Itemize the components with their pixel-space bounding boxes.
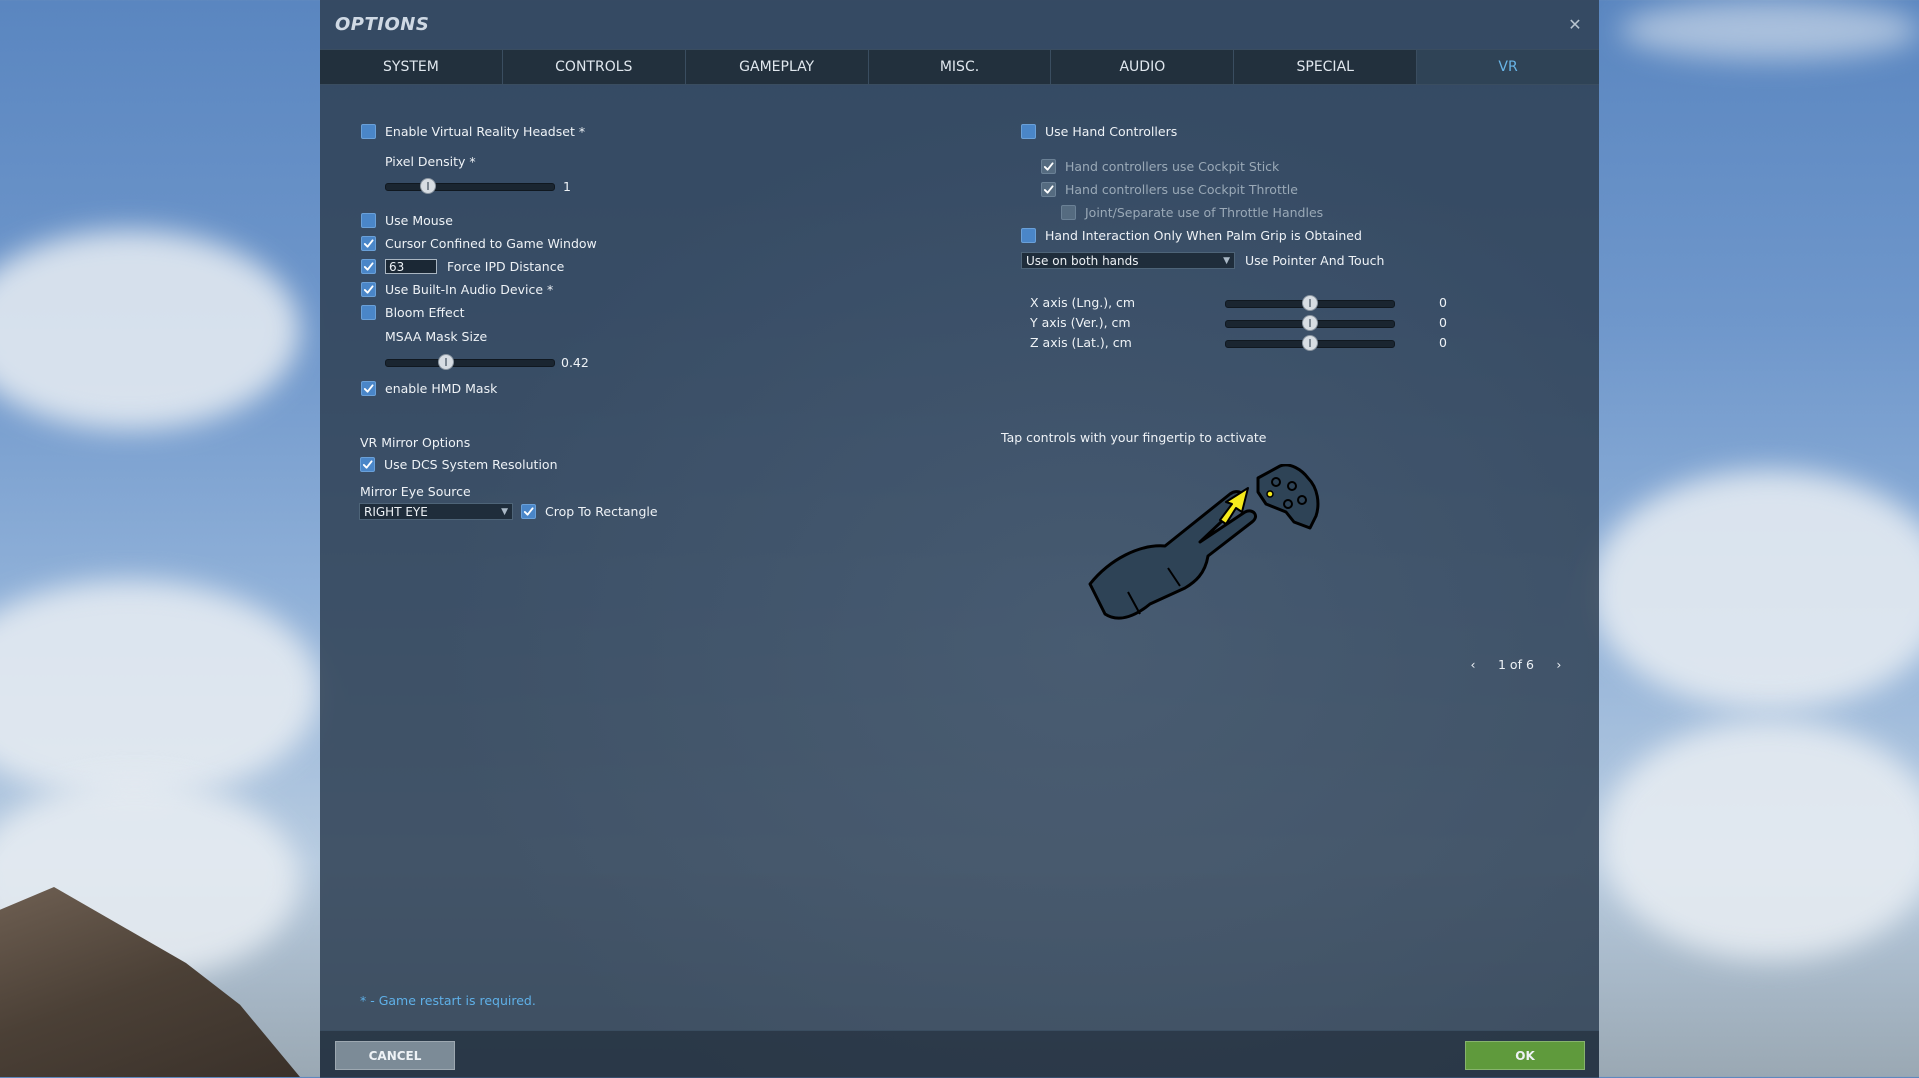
hmd-mask-row[interactable]: enable HMD Mask bbox=[361, 381, 497, 396]
palm-grip-label: Hand Interaction Only When Palm Grip is … bbox=[1045, 228, 1362, 243]
dcs-resolution-label: Use DCS System Resolution bbox=[384, 457, 558, 472]
enable-vr-checkbox[interactable] bbox=[361, 124, 376, 139]
ok-button[interactable]: OK bbox=[1465, 1041, 1585, 1070]
hand-touch-illustration bbox=[1088, 464, 1320, 620]
cockpit-throttle-label: Hand controllers use Cockpit Throttle bbox=[1065, 182, 1298, 197]
force-ipd-label: Force IPD Distance bbox=[447, 259, 565, 274]
tap-hint-text: Tap controls with your fingertip to acti… bbox=[1001, 430, 1267, 445]
use-mouse-checkbox[interactable] bbox=[361, 213, 376, 228]
crop-rect-checkbox[interactable] bbox=[521, 504, 536, 519]
msaa-mask-slider[interactable] bbox=[385, 354, 555, 370]
cockpit-stick-row[interactable]: Hand controllers use Cockpit Stick bbox=[1041, 159, 1279, 174]
palm-grip-row[interactable]: Hand Interaction Only When Palm Grip is … bbox=[1021, 228, 1362, 243]
ipd-distance-input[interactable] bbox=[385, 259, 437, 274]
bloom-checkbox[interactable] bbox=[361, 305, 376, 320]
cursor-confined-label: Cursor Confined to Game Window bbox=[385, 236, 597, 251]
use-mouse-row[interactable]: Use Mouse bbox=[361, 213, 453, 228]
axis-x-slider[interactable] bbox=[1225, 295, 1395, 311]
hand-controllers-row[interactable]: Use Hand Controllers bbox=[1021, 124, 1177, 139]
cancel-button[interactable]: CANCEL bbox=[335, 1041, 455, 1070]
tab-special[interactable]: SPECIAL bbox=[1234, 50, 1418, 84]
enable-vr-row[interactable]: Enable Virtual Reality Headset * bbox=[361, 124, 585, 139]
cockpit-stick-label: Hand controllers use Cockpit Stick bbox=[1065, 159, 1280, 174]
bloom-label: Bloom Effect bbox=[385, 305, 465, 320]
mirror-eye-label: Mirror Eye Source bbox=[360, 484, 471, 499]
builtin-audio-label: Use Built-In Audio Device * bbox=[385, 282, 554, 297]
pixel-density-slider[interactable] bbox=[385, 178, 555, 194]
axis-y-thumb[interactable] bbox=[1302, 315, 1318, 331]
vr-settings-panel: Enable Virtual Reality Headset * Pixel D… bbox=[320, 84, 1599, 1024]
chevron-right-icon[interactable]: › bbox=[1548, 653, 1570, 675]
controller-device-icon bbox=[1256, 464, 1320, 530]
cockpit-stick-checkbox[interactable] bbox=[1041, 159, 1056, 174]
options-dialog: OPTIONS ✕ SYSTEM CONTROLS GAMEPLAY MISC.… bbox=[320, 0, 1600, 1078]
pager-count: 1 of 6 bbox=[1498, 656, 1534, 672]
joint-throttle-row[interactable]: Joint/Separate use of Throttle Handles bbox=[1061, 205, 1323, 220]
tab-audio[interactable]: AUDIO bbox=[1051, 50, 1235, 84]
force-ipd-checkbox[interactable] bbox=[361, 259, 376, 274]
cursor-confined-row[interactable]: Cursor Confined to Game Window bbox=[361, 236, 597, 251]
dcs-resolution-checkbox[interactable] bbox=[360, 457, 375, 472]
pixel-density-label: Pixel Density * bbox=[385, 154, 476, 169]
axis-x-value: 0 bbox=[1439, 295, 1447, 310]
hand-controllers-label: Use Hand Controllers bbox=[1045, 124, 1178, 139]
axis-y-slider[interactable] bbox=[1225, 315, 1395, 331]
tab-misc[interactable]: MISC. bbox=[869, 50, 1052, 84]
axis-y-label: Y axis (Ver.), cm bbox=[1030, 315, 1131, 330]
axis-x-label: X axis (Lng.), cm bbox=[1030, 295, 1136, 310]
mirror-eye-select[interactable]: RIGHT EYE ▼ bbox=[359, 503, 513, 520]
builtin-audio-checkbox[interactable] bbox=[361, 282, 376, 297]
msaa-mask-value: 0.42 bbox=[561, 355, 589, 370]
pixel-density-thumb[interactable] bbox=[419, 178, 436, 194]
pixel-density-value: 1 bbox=[563, 179, 571, 194]
axis-x-thumb[interactable] bbox=[1302, 295, 1318, 311]
msaa-mask-thumb[interactable] bbox=[438, 354, 455, 370]
tab-system[interactable]: SYSTEM bbox=[320, 50, 503, 84]
joint-throttle-label: Joint/Separate use of Throttle Handles bbox=[1085, 205, 1324, 220]
bloom-row[interactable]: Bloom Effect bbox=[361, 305, 464, 320]
axis-z-slider[interactable] bbox=[1225, 335, 1395, 351]
msaa-mask-label: MSAA Mask Size bbox=[385, 329, 488, 344]
mirror-eye-value: RIGHT EYE bbox=[364, 504, 428, 519]
vr-mirror-title: VR Mirror Options bbox=[360, 435, 471, 450]
crop-rect-label: Crop To Rectangle bbox=[545, 504, 658, 519]
cockpit-throttle-checkbox[interactable] bbox=[1041, 182, 1056, 197]
chevron-down-icon: ▼ bbox=[1223, 256, 1230, 266]
axis-z-value: 0 bbox=[1439, 335, 1447, 350]
hands-select-value: Use on both hands bbox=[1026, 253, 1139, 268]
axis-z-thumb[interactable] bbox=[1302, 335, 1318, 351]
chevron-down-icon: ▼ bbox=[501, 507, 508, 517]
cockpit-throttle-row[interactable]: Hand controllers use Cockpit Throttle bbox=[1041, 182, 1298, 197]
hmd-mask-label: enable HMD Mask bbox=[385, 381, 498, 396]
axis-y-value: 0 bbox=[1439, 315, 1447, 330]
axis-z-label: Z axis (Lat.), cm bbox=[1030, 335, 1132, 350]
hand-controllers-checkbox[interactable] bbox=[1021, 124, 1036, 139]
pointer-touch-label: Use Pointer And Touch bbox=[1245, 253, 1385, 268]
builtin-audio-row[interactable]: Use Built-In Audio Device * bbox=[361, 282, 553, 297]
crop-rect-row[interactable]: Crop To Rectangle bbox=[521, 504, 658, 519]
dialog-footer: CANCEL OK bbox=[320, 1030, 1599, 1078]
palm-grip-checkbox[interactable] bbox=[1021, 228, 1036, 243]
tutorial-pager: ‹ 1 of 6 › bbox=[1462, 653, 1570, 675]
use-mouse-label: Use Mouse bbox=[385, 213, 453, 228]
dialog-title: OPTIONS bbox=[335, 14, 430, 35]
tab-vr[interactable]: VR bbox=[1417, 50, 1600, 84]
tab-controls[interactable]: CONTROLS bbox=[503, 50, 686, 84]
chevron-left-icon[interactable]: ‹ bbox=[1462, 653, 1484, 675]
joint-throttle-checkbox[interactable] bbox=[1061, 205, 1076, 220]
restart-note: * - Game restart is required. bbox=[360, 993, 536, 1008]
close-icon[interactable]: ✕ bbox=[1563, 12, 1587, 36]
enable-vr-label: Enable Virtual Reality Headset * bbox=[385, 124, 586, 139]
tab-gameplay[interactable]: GAMEPLAY bbox=[686, 50, 869, 84]
hmd-mask-checkbox[interactable] bbox=[361, 381, 376, 396]
tab-bar: SYSTEM CONTROLS GAMEPLAY MISC. AUDIO SPE… bbox=[320, 49, 1600, 85]
dcs-resolution-row[interactable]: Use DCS System Resolution bbox=[360, 457, 558, 472]
force-ipd-row[interactable]: Force IPD Distance bbox=[361, 259, 564, 274]
cursor-confined-checkbox[interactable] bbox=[361, 236, 376, 251]
hands-select[interactable]: Use on both hands ▼ bbox=[1021, 252, 1235, 269]
